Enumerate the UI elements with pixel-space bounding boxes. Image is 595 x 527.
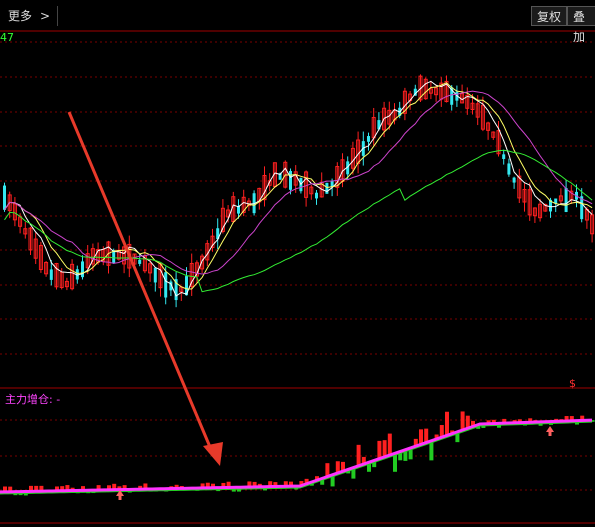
indicator-bar-up xyxy=(377,440,382,460)
candle-down xyxy=(367,136,370,142)
up-signal-icon xyxy=(546,426,554,432)
indicator-bar-up xyxy=(356,444,361,467)
candle-down xyxy=(325,182,329,194)
candle-down xyxy=(138,259,142,264)
stock-chart-window: 更多 > 复权 叠加 47 $ 主力增仓: - xyxy=(0,0,595,527)
candle-down xyxy=(502,154,506,159)
up-signal-stem xyxy=(548,432,552,436)
indicator-bar-up xyxy=(445,411,449,437)
dollar-marker-icon: $ xyxy=(569,377,576,390)
candle-down xyxy=(153,267,157,283)
candlestick-chart[interactable]: $ xyxy=(0,0,595,527)
candle-down xyxy=(81,261,84,278)
indicator-bar-up xyxy=(387,433,392,456)
candle-down xyxy=(164,272,168,298)
annotations: $ xyxy=(67,111,576,500)
indicator-line-secondary xyxy=(0,420,593,495)
indicator-lines xyxy=(0,418,593,495)
candle-down xyxy=(315,192,318,199)
indicator-bar-down xyxy=(429,441,434,461)
candle-down xyxy=(564,188,568,212)
grid-lines xyxy=(0,30,595,524)
indicator-title: 主力增仓: - xyxy=(5,393,61,406)
annotation-arrowhead xyxy=(203,442,223,466)
up-signal-stem xyxy=(118,496,122,500)
annotation-arrow-icon xyxy=(67,111,212,448)
candle-down xyxy=(512,177,516,183)
candle-down xyxy=(49,269,53,280)
candle-down xyxy=(289,170,292,190)
candle-down xyxy=(3,185,6,210)
candle-down xyxy=(507,163,511,175)
indicator-bar-up xyxy=(460,411,465,431)
indicator-bar-down xyxy=(393,453,397,472)
